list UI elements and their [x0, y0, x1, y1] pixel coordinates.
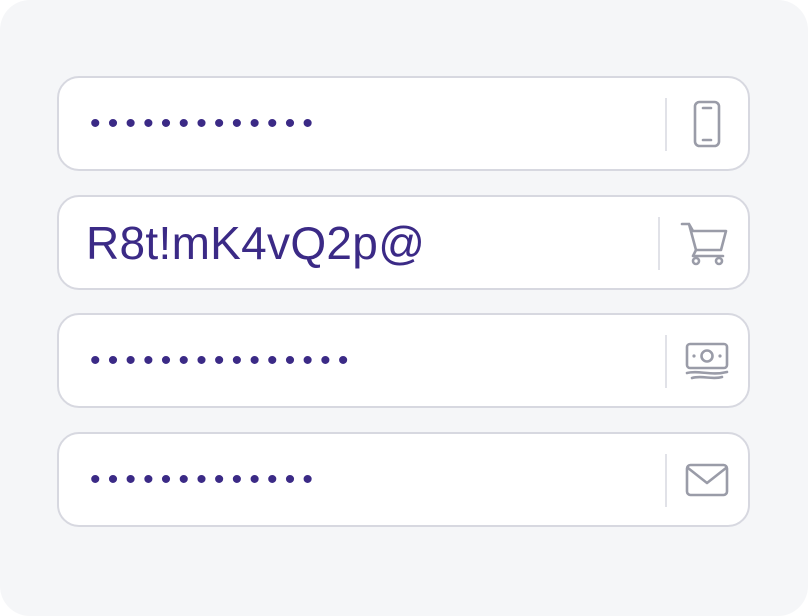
email-password-value[interactable]: •••••••••••••: [90, 434, 320, 525]
password-vault-card: ••••••••••••• R8t!mK4vQ2p@ •••••••••••••…: [0, 0, 808, 616]
email-password-field[interactable]: •••••••••••••: [57, 432, 750, 527]
shopping-cart-icon[interactable]: [678, 219, 732, 267]
field-divider: [665, 98, 667, 151]
shopping-password-field[interactable]: R8t!mK4vQ2p@: [57, 195, 750, 290]
banking-password-value[interactable]: •••••••••••••••: [90, 315, 356, 406]
envelope-icon[interactable]: [683, 456, 731, 504]
field-divider: [665, 454, 667, 507]
field-divider: [658, 217, 660, 270]
phone-password-value[interactable]: •••••••••••••: [90, 78, 320, 169]
money-banknote-icon[interactable]: [683, 337, 731, 385]
field-divider: [665, 335, 667, 388]
phone-password-field[interactable]: •••••••••••••: [57, 76, 750, 171]
smartphone-icon[interactable]: [683, 100, 731, 148]
shopping-password-value[interactable]: R8t!mK4vQ2p@: [86, 197, 425, 288]
banking-password-field[interactable]: •••••••••••••••: [57, 313, 750, 408]
